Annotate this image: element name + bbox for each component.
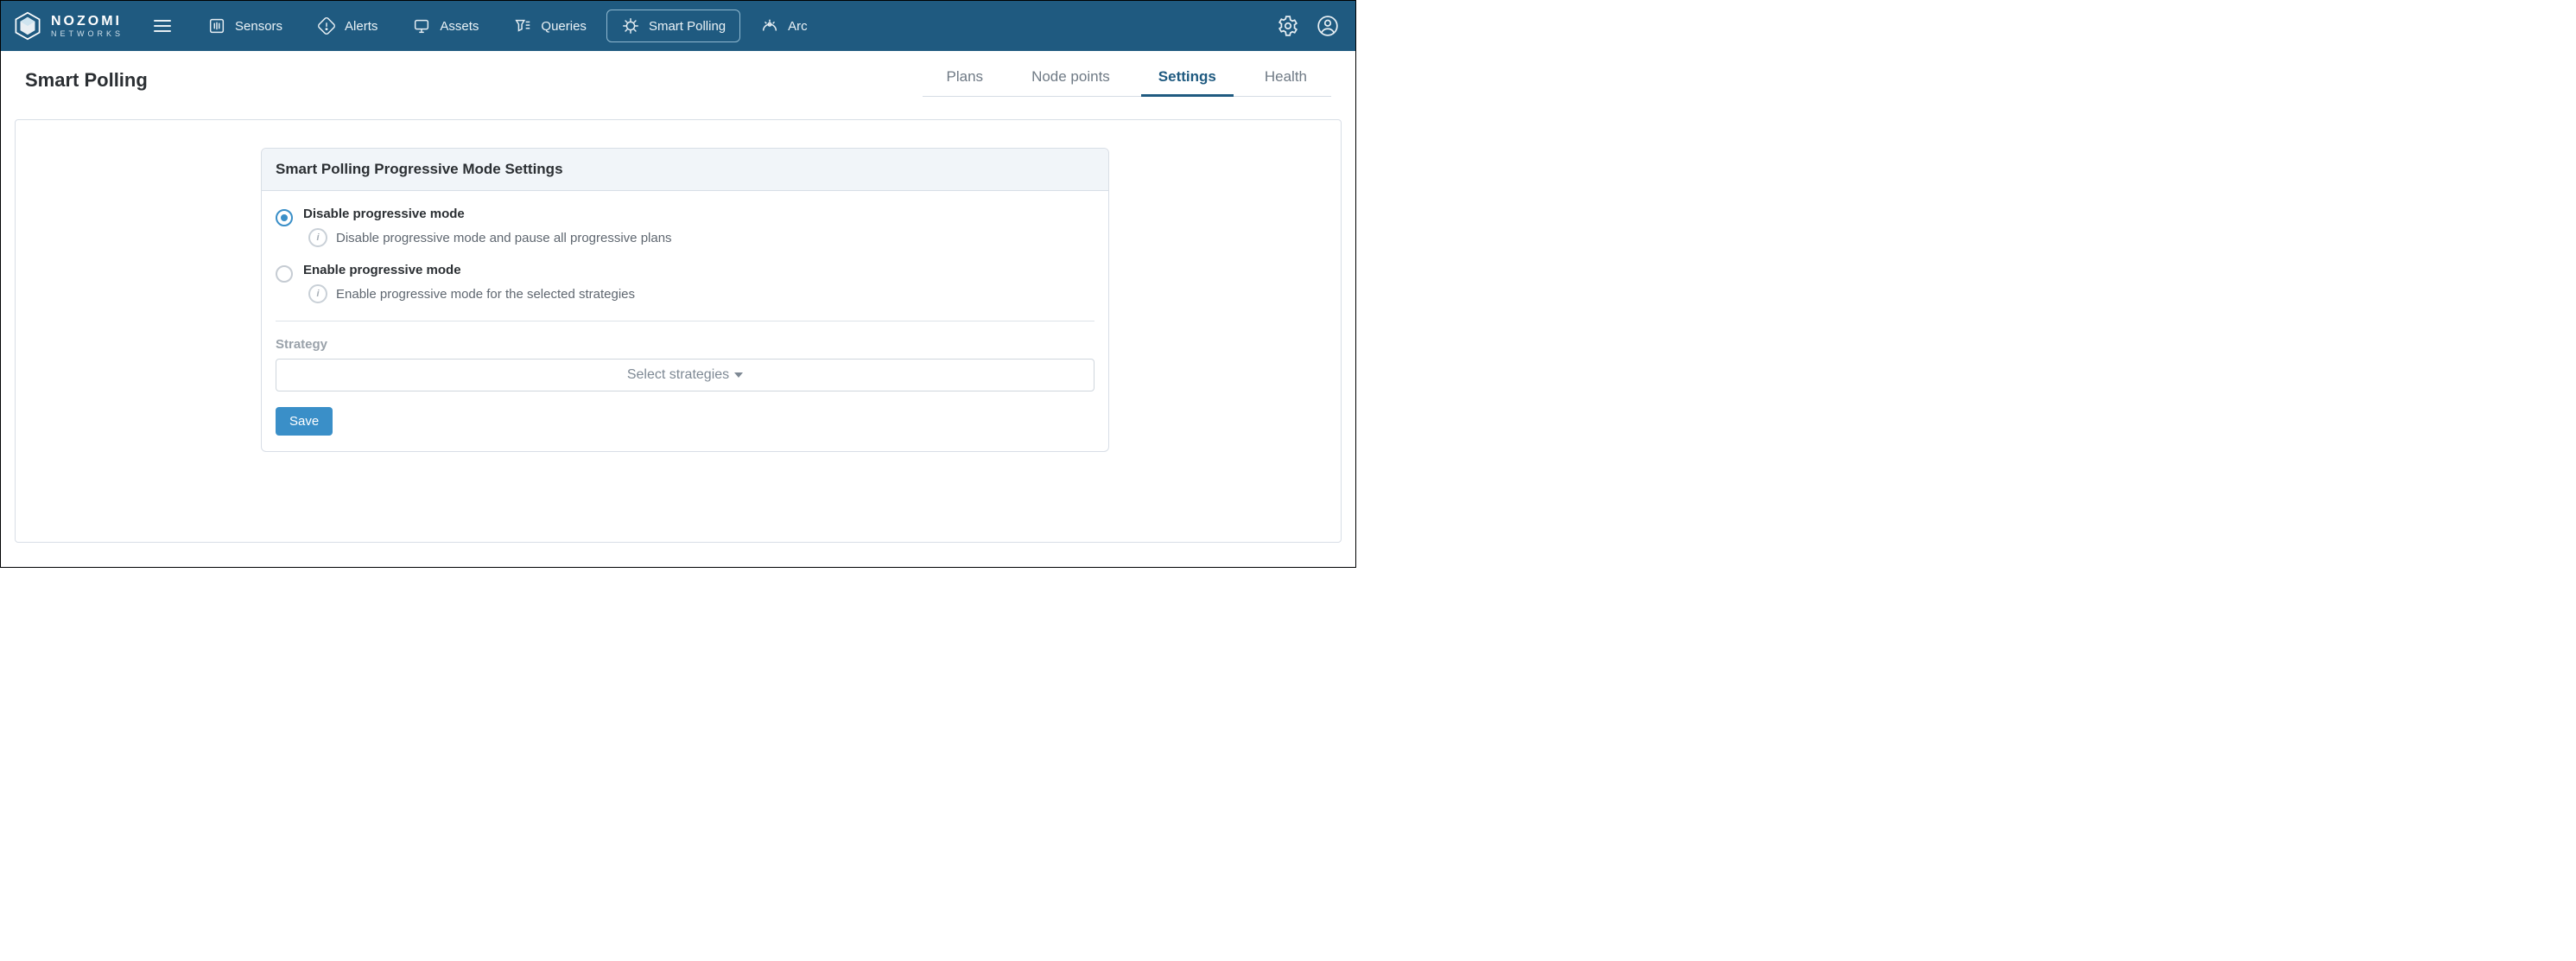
caret-down-icon [734, 372, 743, 378]
tab-label: Health [1265, 68, 1307, 85]
nav-label: Alerts [345, 19, 378, 34]
option-label: Disable progressive mode [303, 207, 672, 221]
tab-health[interactable]: Health [1240, 63, 1331, 96]
tab-node-points[interactable]: Node points [1007, 63, 1134, 96]
nav-label: Queries [541, 19, 587, 34]
nav-label: Smart Polling [649, 19, 726, 34]
option-desc: Enable progressive mode for the selected… [336, 287, 635, 302]
tab-plans[interactable]: Plans [923, 63, 1008, 96]
radio-input-enable[interactable] [276, 265, 293, 283]
info-icon: i [308, 228, 327, 247]
strategy-select[interactable]: Select strategies [276, 359, 1094, 391]
nav-item-sensors[interactable]: Sensors [193, 10, 297, 42]
page-title: Smart Polling [25, 69, 148, 92]
save-button[interactable]: Save [276, 407, 333, 436]
tabs: Plans Node points Settings Health [923, 63, 1331, 97]
strategy-field-label: Strategy [276, 337, 1094, 352]
nav-items: Sensors Alerts Assets [193, 10, 822, 42]
sensors-icon [207, 16, 226, 35]
brand-text: NOZOMI NETWORKS [51, 15, 124, 38]
settings-gear-button[interactable] [1276, 14, 1300, 38]
option-disable-progressive[interactable]: Disable progressive mode i Disable progr… [276, 207, 1094, 247]
nav-item-assets[interactable]: Assets [397, 10, 493, 42]
info-icon: i [308, 284, 327, 303]
nav-label: Sensors [235, 19, 282, 34]
queries-icon [513, 16, 532, 35]
nav-right [1276, 14, 1340, 38]
main-content: Smart Polling Progressive Mode Settings … [1, 100, 1355, 567]
progressive-mode-panel: Smart Polling Progressive Mode Settings … [261, 148, 1109, 452]
tab-settings[interactable]: Settings [1134, 63, 1240, 96]
tab-label: Plans [947, 68, 984, 85]
sub-header: Smart Polling Plans Node points Settings… [1, 51, 1355, 100]
top-nav: NOZOMI NETWORKS Sensors [1, 1, 1355, 51]
nav-label: Assets [440, 19, 479, 34]
brand-logo[interactable]: NOZOMI NETWORKS [13, 11, 124, 41]
radio-input-disable[interactable] [276, 209, 293, 226]
content-card: Smart Polling Progressive Mode Settings … [15, 119, 1342, 543]
user-profile-button[interactable] [1316, 14, 1340, 38]
option-label: Enable progressive mode [303, 263, 635, 277]
smart-polling-icon [621, 16, 640, 35]
nav-item-arc[interactable]: Arc [746, 10, 822, 42]
panel-title: Smart Polling Progressive Mode Settings [262, 149, 1108, 191]
option-enable-progressive[interactable]: Enable progressive mode i Enable progres… [276, 263, 1094, 303]
nav-item-queries[interactable]: Queries [498, 10, 601, 42]
assets-icon [412, 16, 431, 35]
tab-label: Node points [1031, 68, 1110, 85]
alerts-icon [317, 16, 336, 35]
strategy-placeholder: Select strategies [627, 367, 729, 383]
tab-label: Settings [1158, 68, 1216, 85]
menu-toggle-button[interactable] [148, 11, 177, 41]
option-desc: Disable progressive mode and pause all p… [336, 231, 672, 245]
arc-icon [760, 16, 779, 35]
nav-item-smart-polling[interactable]: Smart Polling [606, 10, 740, 42]
nav-label: Arc [788, 19, 808, 34]
progressive-mode-options: Disable progressive mode i Disable progr… [276, 207, 1094, 303]
brand-mark-icon [13, 11, 42, 41]
nav-item-alerts[interactable]: Alerts [302, 10, 392, 42]
